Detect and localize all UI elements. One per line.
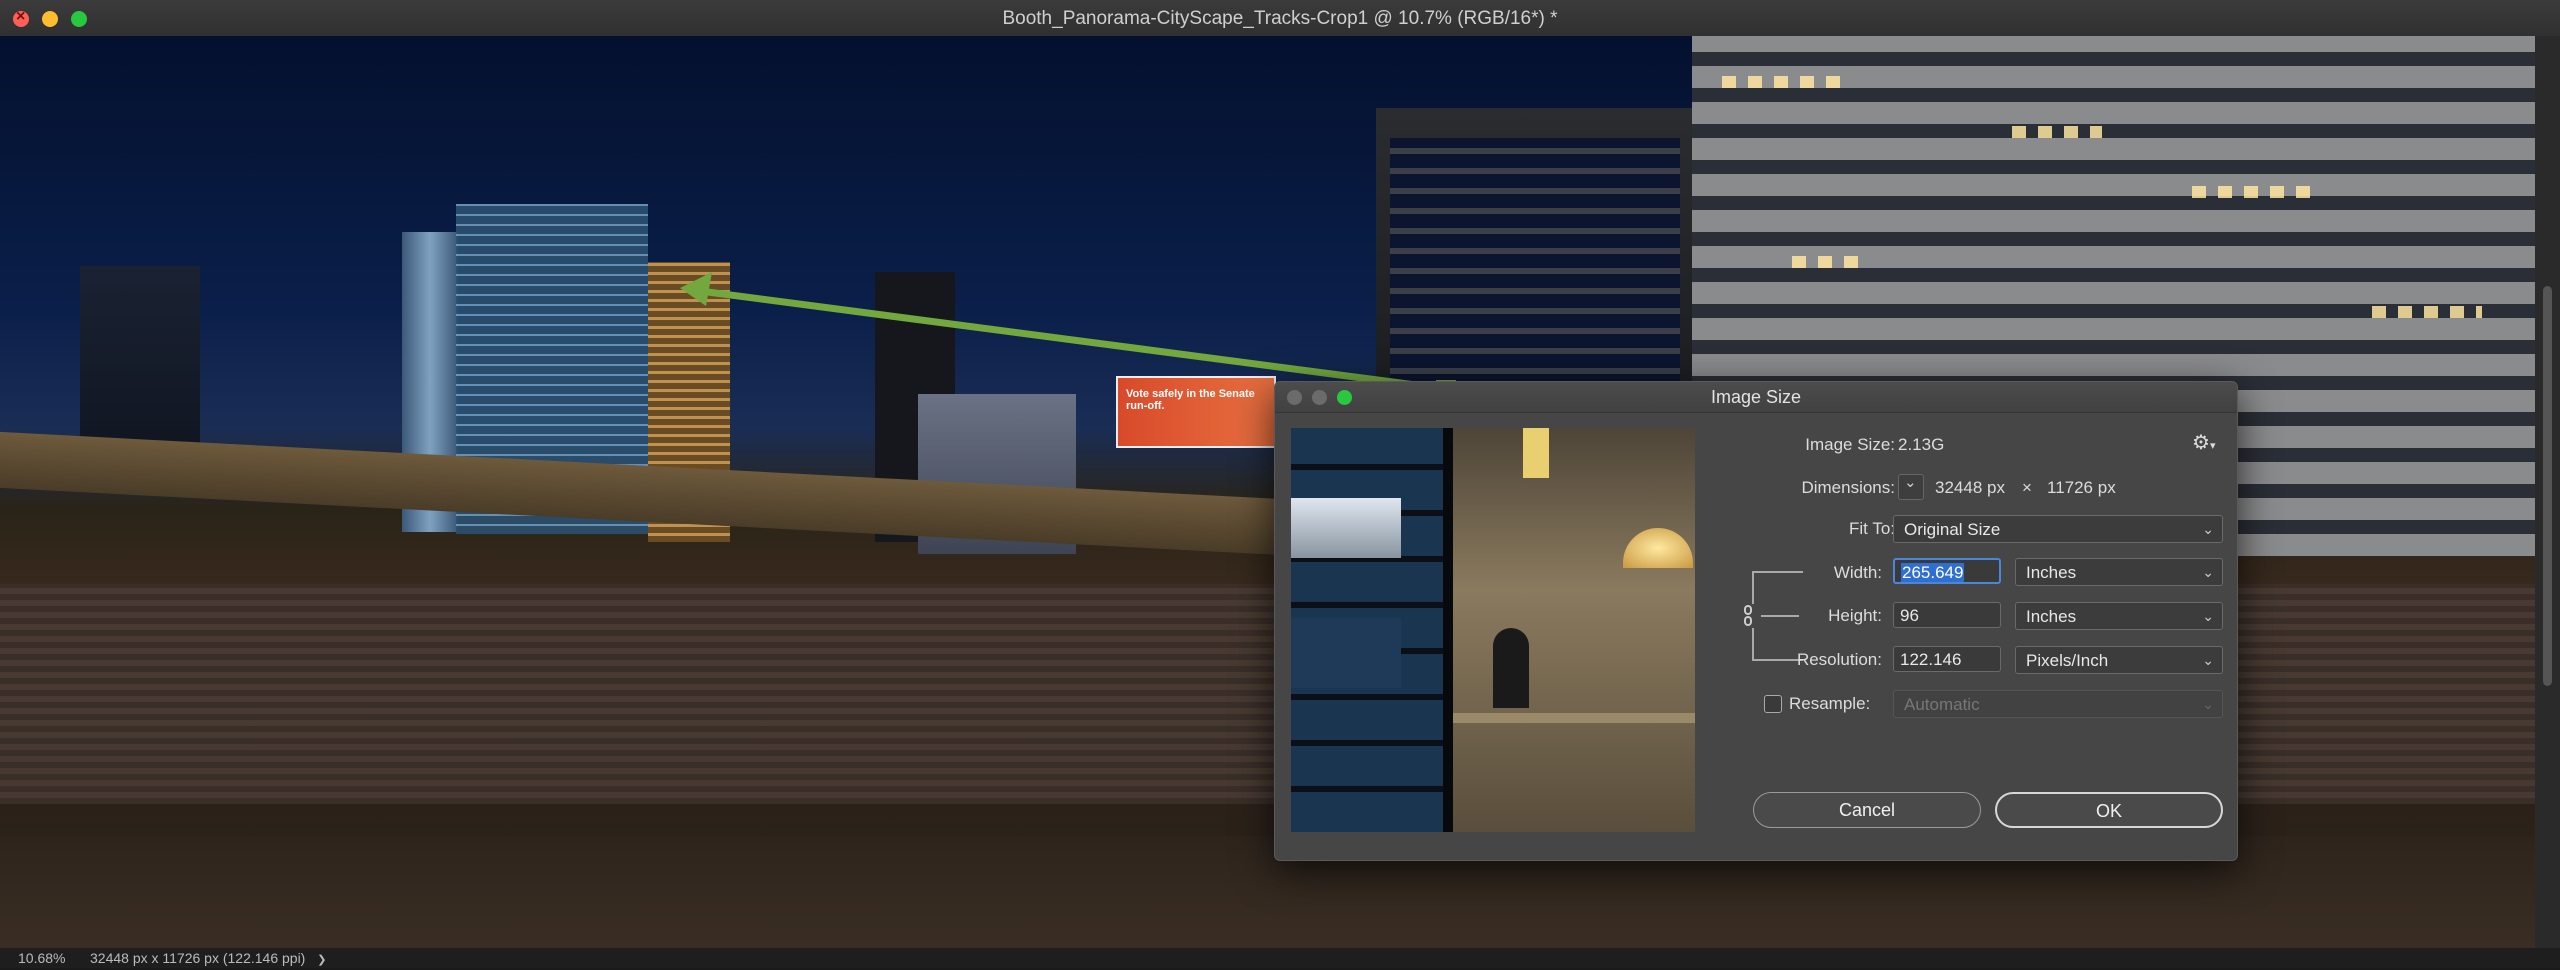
preview-divider [1443,428,1453,832]
image-size-dialog: Image Size Image Size: 2.13G ⚙▾ Dimensio… [1274,381,2238,861]
photo-dark-office-building [1376,108,1694,418]
billboard-text: Vote safely in the Senate run-off. [1126,388,1255,412]
width-label: Width: [1833,563,1882,582]
chevron-down-icon: ⌄ [2202,521,2214,537]
width-input-selected-text: 265.649 [1901,563,1965,582]
document-info-text: 32448 px x 11726 px (122.146 ppi) [90,950,306,966]
document-info[interactable]: 32448 px x 11726 px (122.146 ppi) ❯ [90,948,326,970]
document-title: Booth_Panorama-CityScape_Tracks-Crop1 @ … [1002,8,1558,29]
width-input[interactable]: 265.649 [1893,558,2001,584]
height-unit-value: Inches [2026,607,2077,626]
resample-method-dropdown: Automatic ⌄ [1893,690,2223,718]
ok-button[interactable]: OK [1995,792,2223,828]
resolution-label: Resolution: [1796,650,1882,669]
resolution-unit-value: Pixels/Inch [2026,651,2109,670]
image-preview[interactable] [1291,428,1695,832]
window-titlebar: Booth_Panorama-CityScape_Tracks-Crop1 @ … [0,0,2560,37]
resample-method-value: Automatic [1904,695,1980,714]
height-input[interactable]: 96 [1893,602,2001,628]
resample-checkbox[interactable] [1764,695,1782,713]
resample-label: Resample: [1789,694,1871,713]
chevron-down-icon: ⌄ [1904,474,1917,491]
resolution-unit-dropdown[interactable]: Pixels/Inch ⌄ [2015,646,2223,674]
dimensions-unit-toggle[interactable]: ⌄ [1898,474,1924,500]
fit-to-value: Original Size [1904,520,2001,539]
annotation-arrow-line [699,287,1447,393]
dialog-titlebar[interactable]: Image Size [1275,382,2237,413]
height-unit-dropdown[interactable]: Inches ⌄ [2015,602,2223,630]
chevron-down-icon: ⌄ [2202,608,2214,624]
fit-to-dropdown[interactable]: Original Size ⌄ [1893,515,2223,543]
dialog-title: Image Size [1710,387,1802,407]
dimensions-times: × [2022,478,2032,497]
dimensions-height-value: 11726 px [2047,478,2116,497]
resolution-input[interactable]: 122.146 [1893,646,2001,672]
zoom-level[interactable]: 10.68% [18,948,65,968]
width-unit-dropdown[interactable]: Inches ⌄ [2015,558,2223,586]
dimensions-label: Dimensions: [1801,478,1895,497]
image-size-label: Image Size: [1805,435,1895,454]
cancel-button[interactable]: Cancel [1753,792,1981,828]
preview-glass-facade [1291,428,1451,832]
chevron-right-icon: ❯ [317,954,327,966]
height-input-value: 96 [1900,606,1919,625]
vertical-scrollbar-thumb[interactable] [2543,286,2552,686]
chevron-down-icon: ⌄ [2202,564,2214,580]
resolution-input-value: 122.146 [1900,650,1962,669]
vertical-scrollbar[interactable] [2535,36,2560,948]
preview-stone-building [1453,428,1695,832]
photo-billboard: Vote safely in the Senate run-off. [1116,376,1276,448]
fit-to-label: Fit To: [1849,519,1895,538]
status-bar: 10.68% 32448 px x 11726 px (122.146 ppi)… [0,948,2560,968]
gear-icon[interactable]: ⚙▾ [2192,430,2215,455]
height-label: Height: [1828,606,1882,625]
dimensions-width-value: 32448 px [1935,478,2005,497]
chevron-down-icon: ⌄ [2202,652,2214,668]
chevron-down-icon: ⌄ [2202,696,2214,712]
width-unit-value: Inches [2026,563,2077,582]
image-size-value: 2.13G [1898,435,1945,454]
